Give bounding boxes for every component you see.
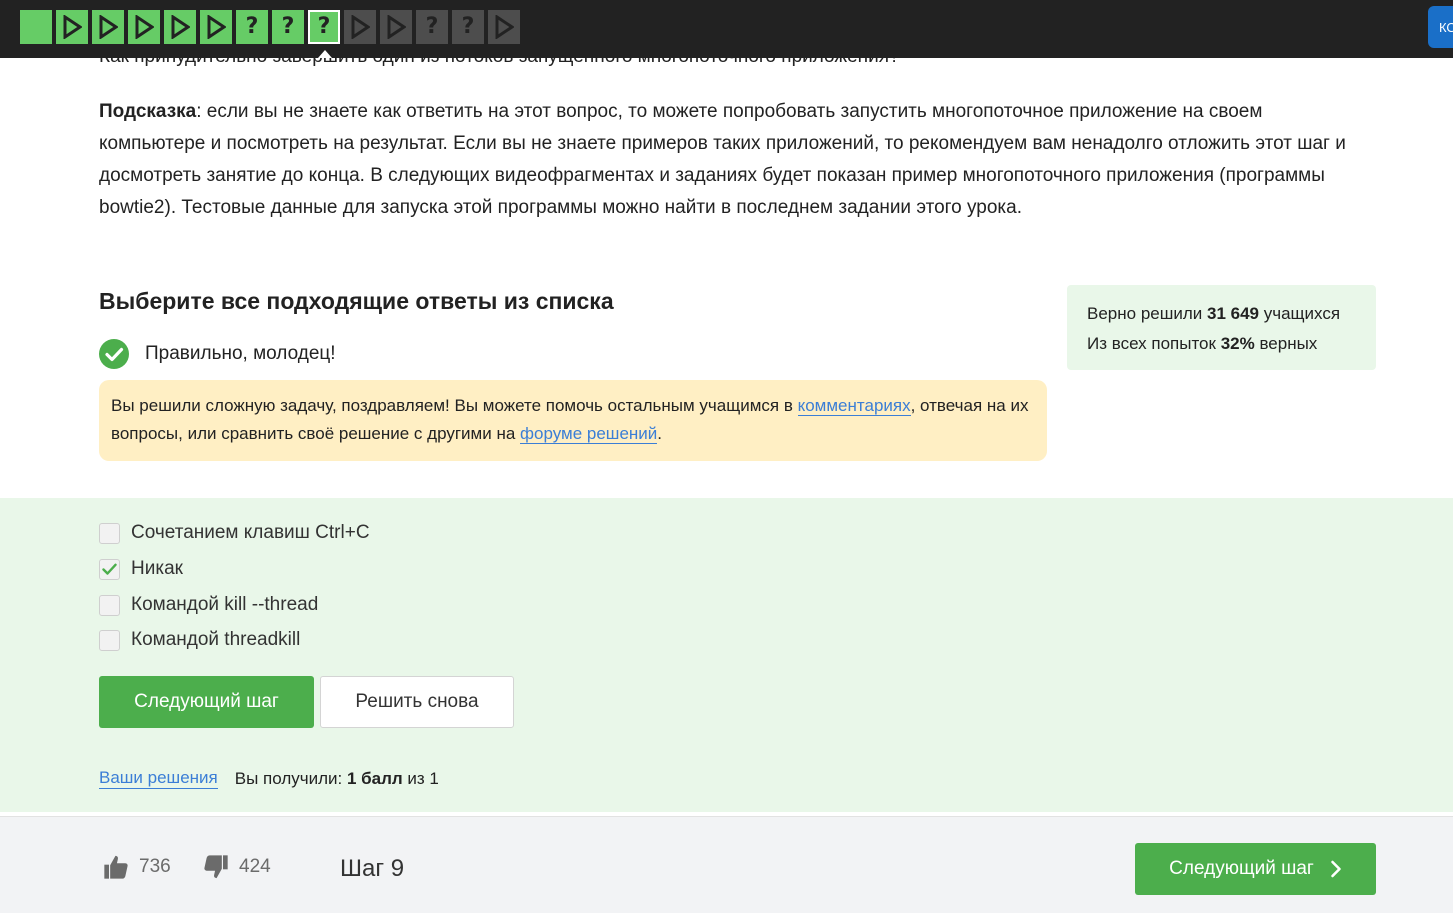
score-text: Вы получили: 1 балл из 1 (235, 769, 439, 789)
step-indicator-1-text-step[interactable] (20, 10, 52, 44)
question-icon: ? (317, 14, 331, 39)
stats-solved-count: 31 649 (1207, 304, 1259, 323)
option-2-label[interactable]: Никак (131, 558, 183, 580)
question-icon: ? (425, 14, 439, 39)
step-indicators: ????? (20, 10, 520, 44)
like-button[interactable]: 736 (102, 853, 171, 881)
step-indicator-9[interactable]: ? (308, 10, 340, 44)
hint-text: : если вы не знаете как ответить на этот… (99, 101, 1346, 218)
step-indicator-5[interactable] (164, 10, 196, 44)
play-icon (135, 15, 154, 39)
option-3[interactable]: Командой kill --thread (99, 594, 318, 616)
chevron-right-icon (1331, 860, 1341, 878)
question-icon: ? (245, 14, 259, 39)
step-indicator-11[interactable] (380, 10, 412, 44)
stats-attempts-prefix: Из всех попыток (1087, 334, 1221, 353)
question-icon: ? (281, 14, 295, 39)
solutions-forum-link[interactable]: форуме решений (520, 424, 658, 444)
hint-label: Подсказка (99, 101, 197, 122)
retry-button[interactable]: Решить снова (320, 676, 514, 728)
step-indicator-4[interactable] (128, 10, 160, 44)
dislike-button[interactable]: 424 (202, 853, 271, 881)
question-icon: ? (461, 14, 475, 39)
check-circle-icon (99, 339, 129, 369)
step-indicator-6[interactable] (200, 10, 232, 44)
dislike-count: 424 (239, 856, 271, 877)
stats-solved-suffix: учащихся (1259, 304, 1341, 323)
step-label: Шаг 9 (340, 855, 405, 882)
step-indicator-12[interactable]: ? (416, 10, 448, 44)
step-indicator-2[interactable] (56, 10, 88, 44)
step-indicator-13[interactable]: ? (452, 10, 484, 44)
answers-area (0, 498, 1453, 812)
option-1-label[interactable]: Сочетанием клавиш Ctrl+C (131, 522, 370, 544)
congrats-box: Вы решили сложную задачу, поздравляем! В… (99, 380, 1047, 461)
play-icon (207, 15, 226, 39)
your-solutions-link[interactable]: Ваши решения (99, 768, 218, 789)
lesson-steps-bar: ????? КО (0, 0, 1453, 58)
option-4-checkbox[interactable] (99, 629, 120, 651)
stats-attempts-percent: 32% (1220, 334, 1255, 353)
quiz-title: Выберите все подходящие ответы из списка (99, 288, 614, 314)
option-3-checkbox[interactable] (99, 594, 120, 616)
comments-link[interactable]: комментариях (797, 396, 911, 416)
congrats-text-after: . (657, 424, 663, 443)
option-3-label[interactable]: Командой kill --thread (131, 594, 318, 616)
step-indicator-10[interactable] (344, 10, 376, 44)
stats-solved-prefix: Верно решили (1087, 304, 1207, 323)
play-icon (99, 15, 118, 39)
step-indicator-7[interactable]: ? (236, 10, 268, 44)
step-indicator-8[interactable]: ? (272, 10, 304, 44)
thumbs-up-icon (104, 855, 128, 879)
score-row: Ваши решения Вы получили: 1 балл из 1 (99, 768, 439, 789)
current-step-caret (318, 50, 332, 58)
stats-attempts-suffix: верных (1254, 334, 1318, 353)
play-icon (495, 15, 514, 39)
footer-next-step-button[interactable]: Следующий шаг (1135, 843, 1376, 895)
hint-paragraph: Подсказка: если вы не знаете как ответит… (99, 96, 1369, 224)
option-2-checkbox[interactable] (99, 558, 120, 580)
option-1[interactable]: Сочетанием клавиш Ctrl+C (99, 522, 370, 544)
option-1-checkbox[interactable] (99, 522, 120, 544)
play-icon (171, 15, 190, 39)
checkmark-icon (102, 563, 117, 575)
stats-solved-line: Верно решили 31 649 учащихся (1087, 299, 1356, 329)
stats-attempts-line: Из всех попыток 32% верных (1087, 329, 1356, 359)
stats-panel: Верно решили 31 649 учащихся Из всех поп… (1067, 285, 1376, 370)
footer-next-label: Следующий шаг (1169, 858, 1314, 879)
option-4-label[interactable]: Командой threadkill (131, 629, 300, 651)
play-icon (351, 15, 370, 39)
like-count: 736 (139, 856, 171, 877)
option-2[interactable]: Никак (99, 558, 183, 580)
thumbs-down-icon (204, 855, 228, 879)
play-icon (63, 15, 82, 39)
score-value: 1 балл (346, 768, 403, 788)
step-indicator-14[interactable] (488, 10, 520, 44)
feedback-row: Правильно, молодец! (99, 339, 336, 369)
score-suffix: из 1 (402, 768, 439, 788)
feedback-text: Правильно, молодец! (145, 343, 336, 364)
corner-button[interactable]: КО (1428, 6, 1453, 48)
option-4[interactable]: Командой threadkill (99, 629, 300, 651)
play-icon (387, 15, 406, 39)
step-indicator-3[interactable] (92, 10, 124, 44)
congrats-text-before: Вы решили сложную задачу, поздравляем! В… (111, 396, 798, 415)
next-step-button[interactable]: Следующий шаг (99, 676, 314, 728)
score-prefix: Вы получили: (234, 768, 347, 788)
